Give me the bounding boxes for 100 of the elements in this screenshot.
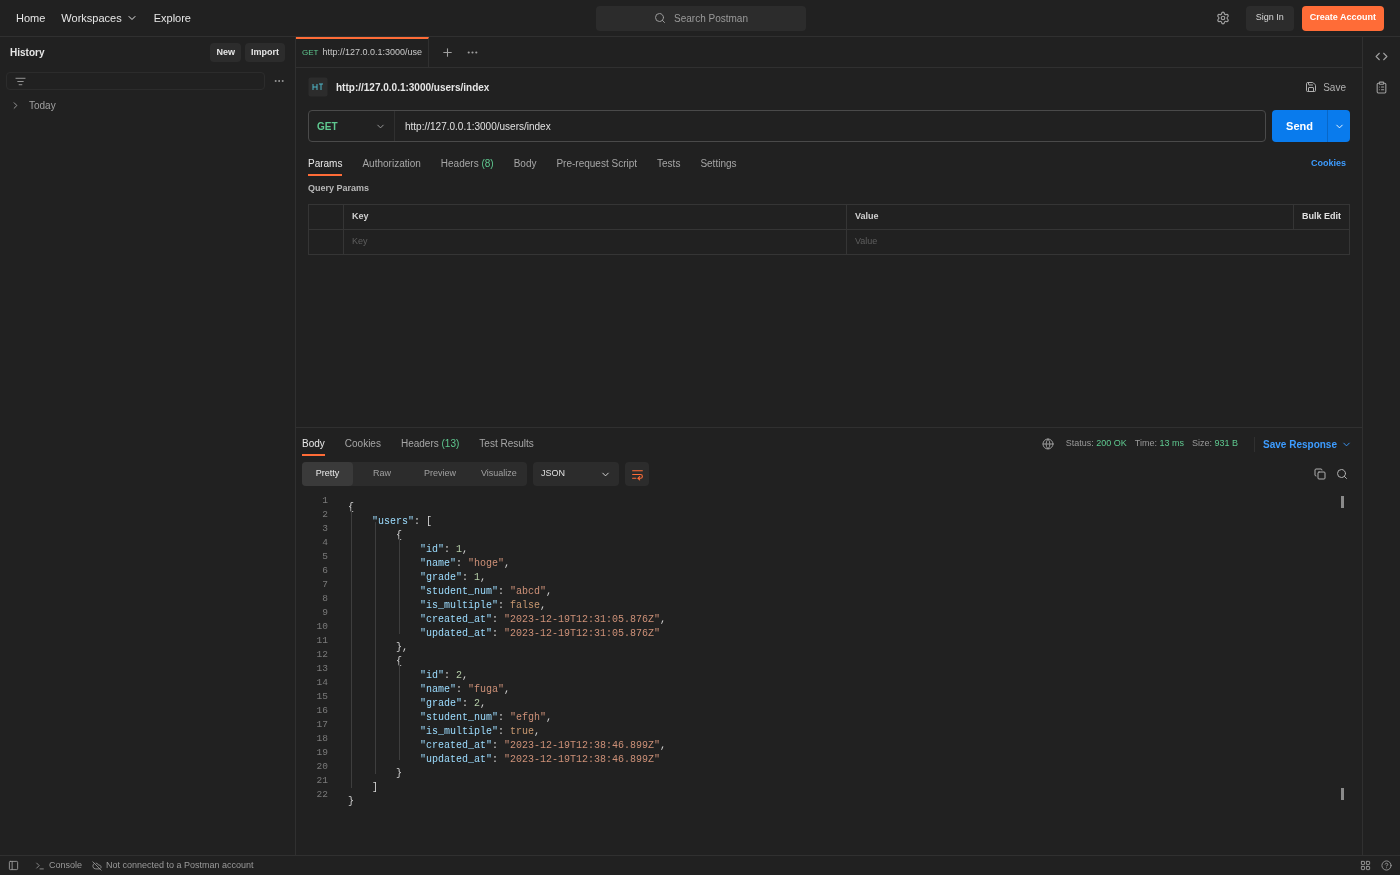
code-line: "id": 1,: [419, 544, 469, 555]
filter-icon: [15, 75, 26, 87]
plus-icon[interactable]: [441, 45, 454, 59]
format-select[interactable]: JSON: [533, 462, 619, 486]
request-tab[interactable]: GET http://127.0.0.1:3000/use: [296, 37, 429, 67]
search-field[interactable]: Search Postman: [596, 5, 806, 31]
url-bar[interactable]: GET http://127.0.0.1:3000/users/index: [308, 110, 1266, 142]
line-number: 4: [322, 536, 328, 550]
section-title: Query Params: [308, 182, 371, 195]
tab[interactable]: Params: [308, 152, 343, 176]
filter-field[interactable]: [6, 72, 265, 90]
tab[interactable]: Test Results: [479, 432, 534, 456]
cloud-off-icon: [92, 860, 103, 871]
line-number: 19: [316, 746, 328, 760]
sidebar-button[interactable]: Import: [245, 43, 285, 62]
code-line: "is_multiple": false,: [419, 600, 547, 611]
save-response-button[interactable]: Save Response: [1254, 436, 1352, 452]
column-header: Value: [847, 204, 1294, 229]
bulk-edit-button[interactable]: Bulk Edit: [1294, 204, 1349, 229]
line-number: 18: [316, 732, 328, 746]
console-button[interactable]: Console: [35, 858, 83, 873]
line-number: 3: [322, 522, 328, 536]
line-number: 11: [316, 634, 328, 648]
view-option[interactable]: Raw: [353, 462, 411, 486]
wrap-button[interactable]: [625, 462, 649, 486]
line-number: 12: [316, 648, 328, 662]
globe-icon: [1041, 438, 1054, 450]
code-line: ]: [371, 782, 378, 793]
line-number: 5: [322, 550, 328, 564]
help-icon[interactable]: [1381, 860, 1392, 871]
code-line: "created_at": "2023-12-19T12:31:05.876Z",: [419, 614, 667, 625]
search-icon: [654, 12, 667, 24]
line-number: 8: [322, 592, 328, 606]
nav-link[interactable]: Explore: [153, 9, 191, 27]
code-line: "student_num": "abcd",: [419, 586, 553, 597]
sidebar-button[interactable]: New: [210, 43, 241, 62]
tab[interactable]: Headers (13): [400, 432, 460, 456]
request-title: http://127.0.0.1:3000/users/index: [336, 80, 490, 95]
sign-in-button[interactable]: Sign In: [1245, 5, 1294, 31]
code-line: "is_multiple": true,: [419, 726, 541, 737]
status-text: Status: 200 OK: [1065, 437, 1127, 451]
view-option[interactable]: Pretty: [302, 462, 353, 486]
settings-icon[interactable]: [1215, 11, 1230, 25]
terminal-icon: [35, 860, 45, 871]
view-option[interactable]: Visualize: [469, 462, 527, 486]
line-number: 7: [322, 578, 328, 592]
size-text: Size: 931 B: [1192, 437, 1239, 451]
line-number: 16: [316, 704, 328, 718]
tab[interactable]: Tests: [657, 152, 681, 176]
wrap-icon: [630, 467, 644, 481]
cookies-link[interactable]: Cookies: [1311, 157, 1346, 171]
line-number: 14: [316, 676, 328, 690]
time-text: Time: 13 ms: [1134, 437, 1184, 451]
copy-icon[interactable]: [1314, 468, 1326, 480]
line-number: 6: [322, 564, 328, 578]
tab[interactable]: Settings: [700, 152, 737, 176]
line-number: 15: [316, 690, 328, 704]
tab[interactable]: Body: [302, 432, 325, 456]
code-line: }: [395, 768, 402, 779]
line-number: 10: [316, 620, 328, 634]
layout-icon[interactable]: [1360, 860, 1371, 871]
line-number: 21: [316, 774, 328, 788]
tab[interactable]: Cookies: [344, 432, 381, 456]
code-line: "name": "hoge",: [419, 558, 511, 569]
tab[interactable]: Body: [513, 152, 537, 176]
method-select[interactable]: GET: [309, 111, 395, 141]
code-line: "grade": 1,: [419, 572, 487, 583]
save-button[interactable]: Save: [1305, 79, 1346, 95]
sidebar-toggle-icon[interactable]: [8, 860, 19, 871]
line-number: 1: [322, 494, 328, 508]
http-icon: [308, 77, 328, 97]
code-line: "updated_at": "2023-12-19T12:38:46.899Z": [419, 754, 661, 765]
line-number: 22: [316, 788, 328, 802]
line-number: 2: [322, 508, 328, 522]
column-header: Key: [344, 204, 847, 229]
tab[interactable]: Authorization: [362, 152, 421, 176]
code-line: "id": 2,: [419, 670, 469, 681]
nav-link[interactable]: Home: [16, 9, 46, 27]
code-line: "name": "fuga",: [419, 684, 511, 695]
view-option[interactable]: Preview: [411, 462, 469, 486]
code-icon[interactable]: [1375, 50, 1388, 63]
line-number: 17: [316, 718, 328, 732]
search-icon[interactable]: [1336, 468, 1348, 480]
connection-status: Not connected to a Postman account: [106, 858, 254, 872]
line-number: 9: [322, 606, 328, 620]
code-line: "updated_at": "2023-12-19T12:31:05.876Z": [419, 628, 661, 639]
save-icon: [1305, 81, 1318, 93]
code-line: "student_num": "efgh",: [419, 712, 553, 723]
sidebar-title: History: [10, 46, 45, 60]
tab[interactable]: Headers (8): [440, 152, 494, 176]
nav-link[interactable]: Workspaces: [61, 9, 138, 27]
tab[interactable]: Pre-request Script: [556, 152, 638, 176]
code-line: "created_at": "2023-12-19T12:38:46.899Z",: [419, 740, 667, 751]
code-line: }: [348, 796, 354, 807]
send-button[interactable]: Send: [1272, 110, 1327, 142]
code-line: "users": [: [371, 516, 433, 527]
clipboard-icon[interactable]: [1375, 81, 1388, 94]
history-group[interactable]: Today: [0, 98, 295, 113]
line-number: 13: [316, 662, 328, 676]
code-line: "grade": 2,: [419, 698, 487, 709]
